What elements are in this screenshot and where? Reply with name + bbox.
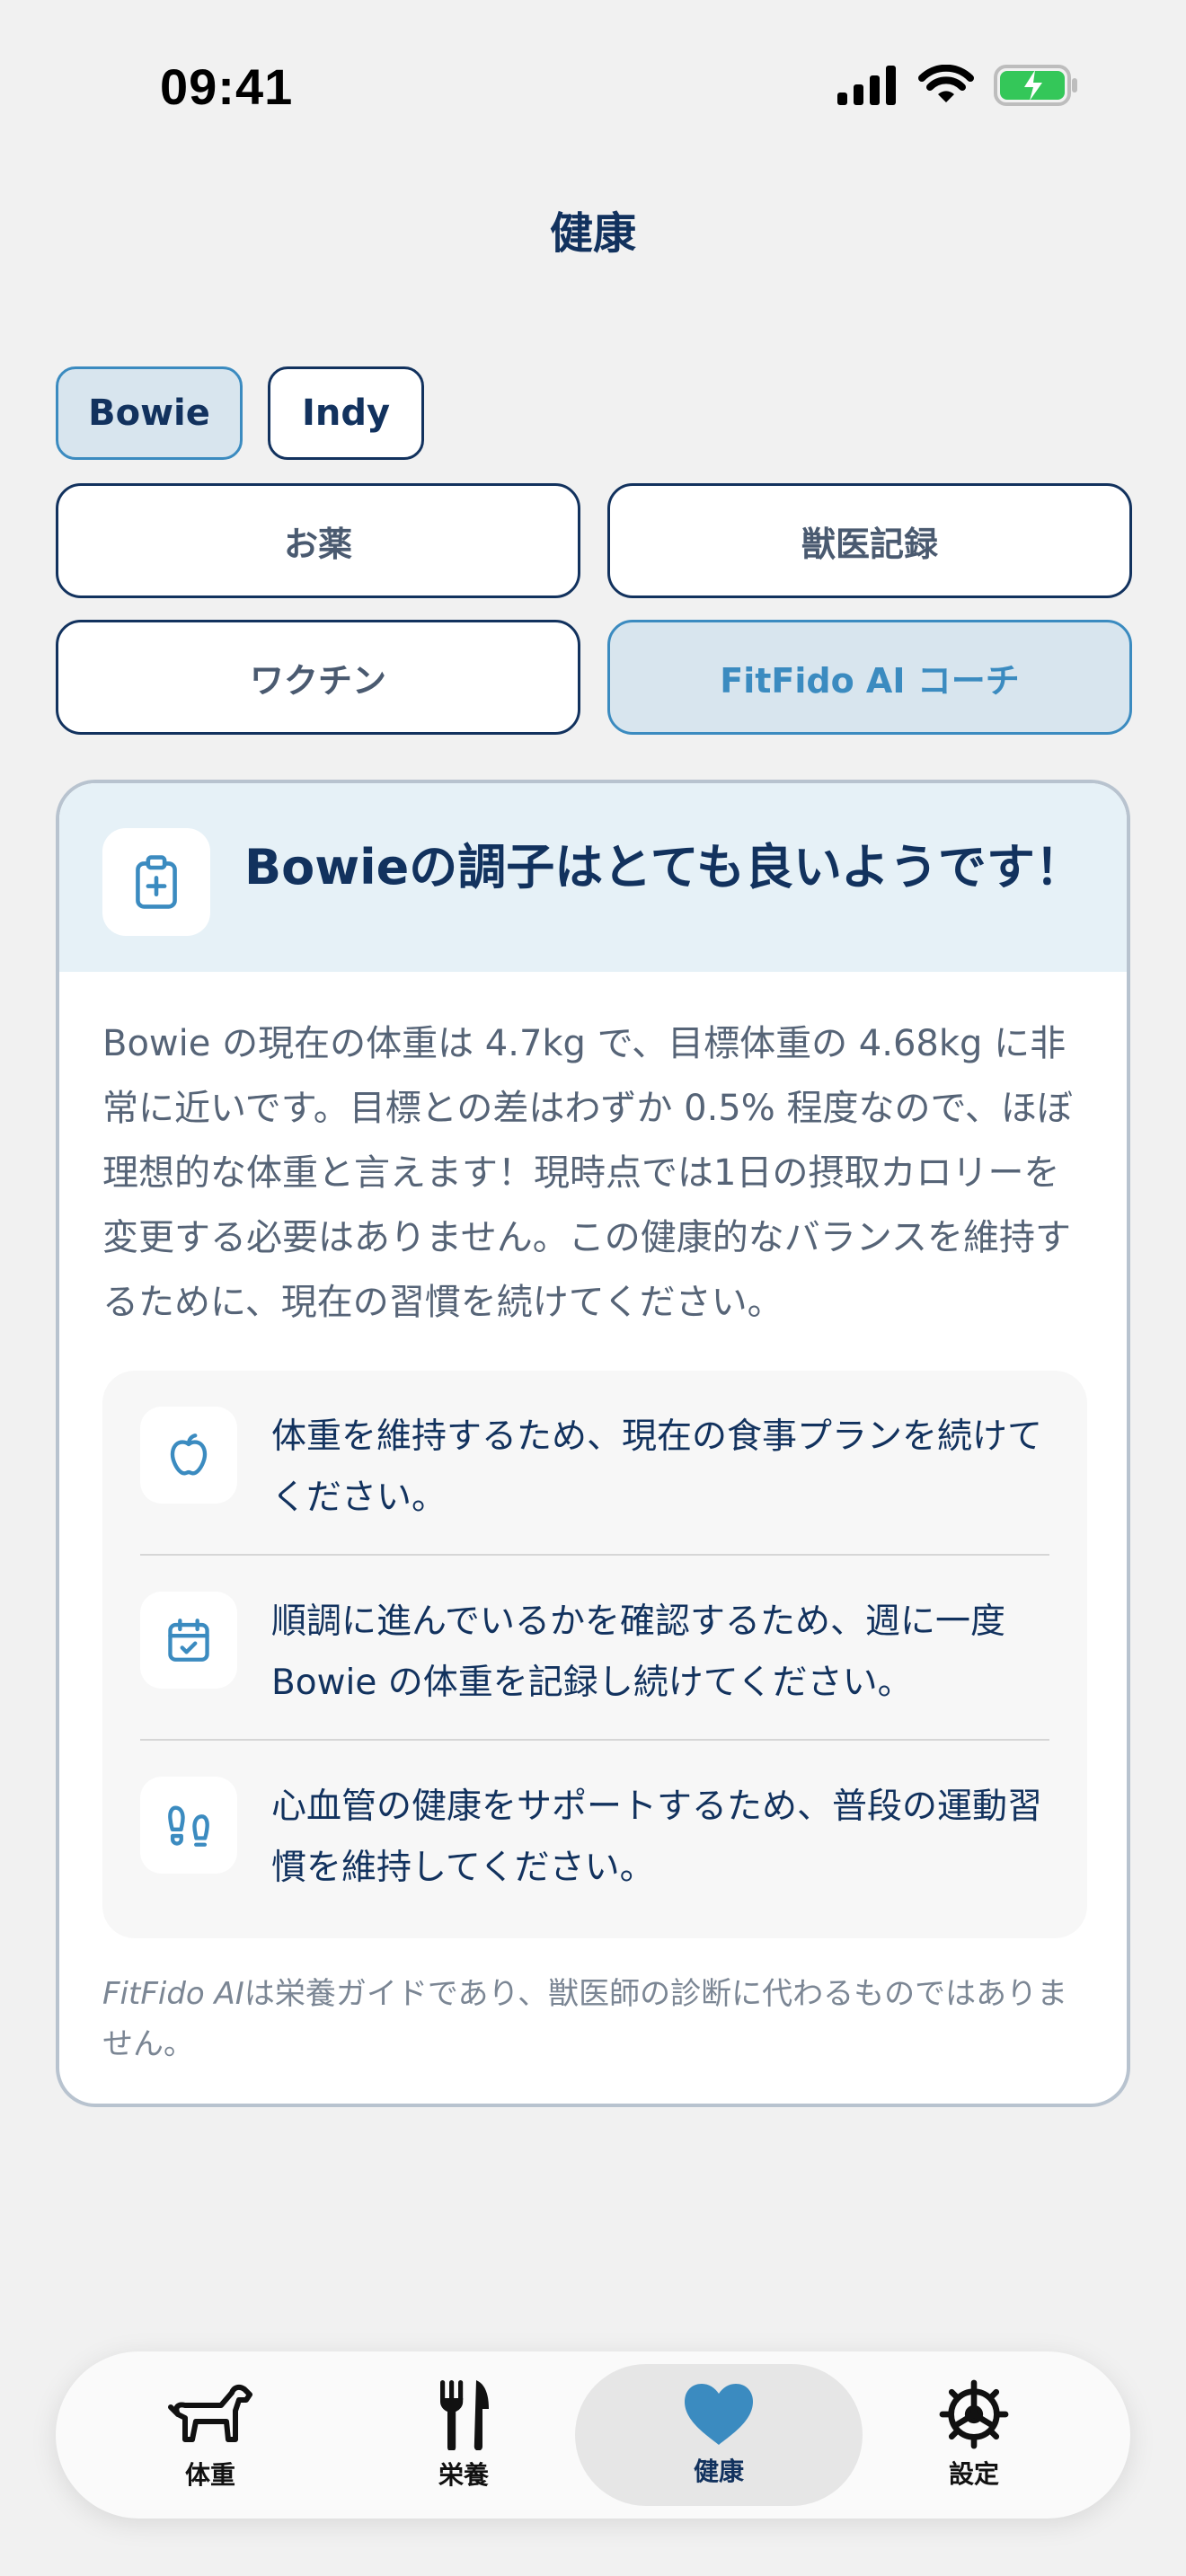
tab-label: 健康	[693, 2457, 744, 2486]
calendar-check-icon	[168, 1619, 209, 1662]
tab-vaccines[interactable]: ワクチン	[56, 620, 580, 735]
page-title: 健康	[549, 208, 636, 259]
dog-icon	[168, 2384, 252, 2442]
pet-chip-indy[interactable]: Indy	[268, 366, 424, 460]
coach-card-body: Bowie の現在の体重は 4.7kg で、目標体重の 4.68kg に非常に近…	[102, 1023, 1073, 1323]
fork-knife-icon	[440, 2380, 489, 2450]
list-item: 心血管の健康をサポートするため、普段の運動習慣を維持してください。	[140, 1741, 1049, 1924]
tip-text: 心血管の健康をサポートするため、普段の運動習慣を維持してください。	[271, 1786, 1043, 1888]
disclaimer-text: は栄養ガイドであり、獣医師の診断に代わるものではありません。	[102, 1976, 1068, 2062]
screen: 09:41 健康 Bowie Indy お薬 獣医記録 ワクチン FitFido…	[0, 0, 1186, 2576]
tab-label: 体重	[184, 2460, 235, 2490]
tab-label: 設定	[948, 2459, 999, 2489]
tab-settings[interactable]: 設定	[830, 2364, 1118, 2506]
disclaimer: FitFido AIは栄養ガイドであり、獣医師の診断に代わるものではありません。	[102, 1969, 1084, 2069]
tip-text: 順調に進んでいるかを確認するため、週に一度 Bowie の体重を記録し続けてくだ…	[271, 1601, 1006, 1703]
clipboard-plus-icon-box	[102, 828, 210, 936]
tab-medication[interactable]: お薬	[56, 483, 580, 598]
calendar-check-icon-box	[140, 1592, 237, 1689]
battery-charging-icon	[994, 65, 1077, 106]
pet-chip-bowie[interactable]: Bowie	[56, 366, 243, 460]
clipboard-plus-icon	[136, 855, 177, 909]
coach-card-title: Bowieの調子はとても良いようです！	[244, 839, 1084, 895]
tab-bar: 体重 栄養 健康 設定	[56, 2351, 1130, 2519]
gear-icon	[939, 2379, 1009, 2449]
apple-icon-box	[140, 1407, 237, 1504]
disclaimer-brand: FitFido AI	[102, 1976, 244, 2012]
tab-vet-records[interactable]: 獣医記録	[607, 483, 1132, 598]
status-icons	[837, 65, 1078, 106]
list-item: 体重を維持するため、現在の食事プランを続けてください。	[140, 1371, 1049, 1554]
apple-icon	[170, 1434, 208, 1476]
wifi-icon	[918, 65, 974, 102]
coach-card-header: Bowieの調子はとても良いようです！	[59, 783, 1127, 972]
coach-card: Bowieの調子はとても良いようです！ Bowie の現在の体重は 4.7kg …	[56, 780, 1130, 2107]
footprints-icon	[168, 1805, 209, 1847]
footprints-icon-box	[140, 1777, 237, 1874]
heart-icon	[685, 2384, 753, 2445]
signal-icon	[837, 66, 896, 105]
tab-health[interactable]: 健康	[575, 2364, 863, 2506]
tab-label: 栄養	[438, 2460, 489, 2490]
tips-list: 体重を維持するため、現在の食事プランを続けてください。 順調に進んでいるかを確認…	[102, 1371, 1087, 1938]
list-item: 順調に進んでいるかを確認するため、週に一度 Bowie の体重を記録し続けてくだ…	[140, 1556, 1049, 1739]
status-time: 09:41	[160, 58, 294, 115]
tab-weight[interactable]: 体重	[66, 2364, 354, 2506]
tip-text: 体重を維持するため、現在の食事プランを続けてください。	[271, 1416, 1043, 1518]
tab-ai-coach[interactable]: FitFido AI コーチ	[607, 620, 1132, 735]
tab-nutrition[interactable]: 栄養	[320, 2364, 607, 2506]
